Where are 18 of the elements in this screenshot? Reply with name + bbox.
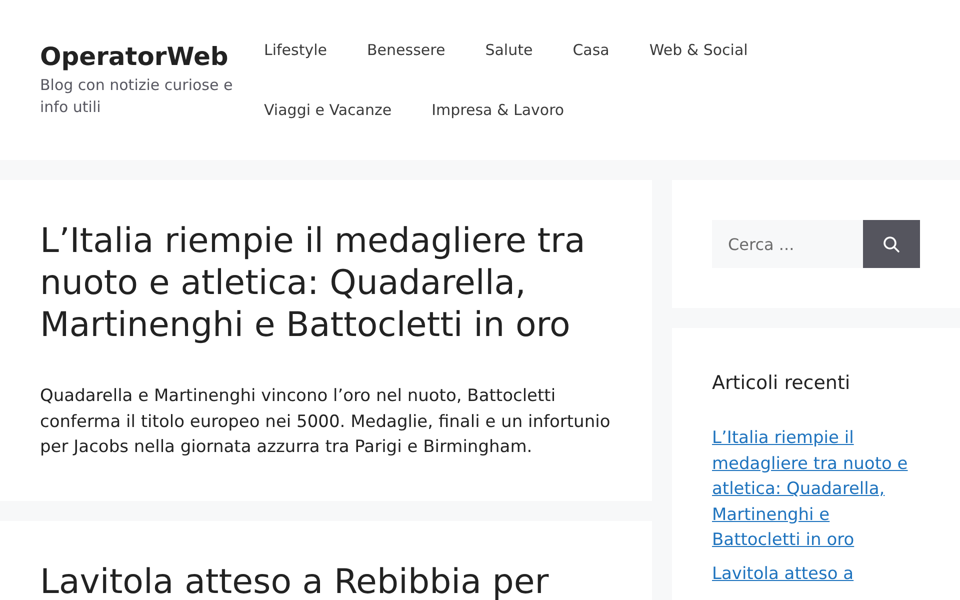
nav-link[interactable]: Casa (552, 20, 630, 80)
search-icon (883, 236, 900, 252)
search-field[interactable]: Cerca ... (712, 220, 863, 268)
nav-link[interactable]: Web & Social (629, 20, 768, 80)
article-title[interactable]: Lavitola atteso a Rebibbia per (40, 560, 612, 600)
nav-link[interactable]: Impresa & Lavoro (412, 80, 584, 140)
nav-link[interactable]: Salute (465, 20, 553, 80)
article-title[interactable]: L’Italia riempie il medagliere tra nuoto e atletica: Quadarella, Martinenghi e Battocletti in oro (40, 220, 612, 346)
widget-title: Articoli recenti (712, 371, 852, 396)
nav-link[interactable]: Viaggi e Vacanze (244, 80, 412, 140)
search-button[interactable] (863, 220, 920, 268)
site-title[interactable]: OperatorWeb (40, 42, 242, 72)
site-tagline: Blog con notizie curiose e info utili (40, 75, 234, 118)
recent-post-link[interactable]: L’Italia riempie il medagliere tra nuoto e atletica: Quadarella, Martinenghi e Battocletti in oro (712, 426, 912, 554)
recent-post-link[interactable]: Lavitola atteso a (712, 562, 912, 587)
article-excerpt: Quadarella e Martinenghi vincono l’oro nel nuoto, Battocletti conferma il titolo europeo nei 5000. Medaglie, finali e un infortunio per Jacobs nella giornata azzurra tra Parigi e Birmingham. (40, 385, 612, 459)
nav-link[interactable]: Benessere (347, 20, 466, 80)
nav-link[interactable]: Lifestyle (244, 20, 348, 80)
